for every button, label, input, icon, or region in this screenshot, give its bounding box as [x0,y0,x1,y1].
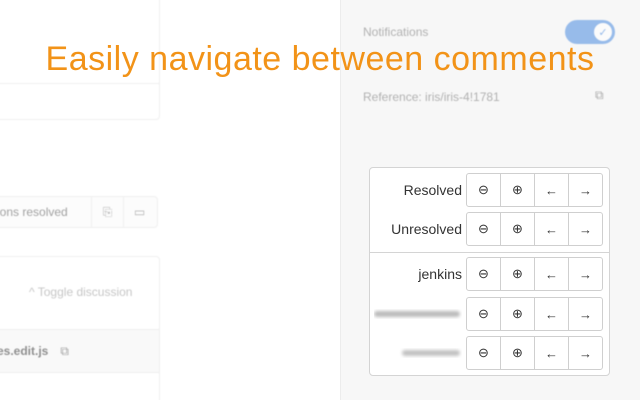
expand-button[interactable]: ⊕ [500,212,535,246]
next-button[interactable]: → [568,173,603,207]
collapse-button[interactable]: ⊖ [466,257,501,291]
threads-resolved-label: ions resolved [0,205,68,219]
collapse-button[interactable]: ⊖ [466,173,501,207]
navigator-row-unresolved: Unresolved ⊖ ⊕ ← → [370,211,609,247]
row-label: Unresolved [391,221,462,237]
navigator-row-resolved: Resolved ⊖ ⊕ ← → [370,172,609,208]
previous-button[interactable]: ← [534,297,569,331]
copy-reference-icon[interactable]: ⧉ [595,88,604,103]
row-buttons: ⊖ ⊕ ← → [466,297,603,331]
row-buttons: ⊖ ⊕ ← → [466,173,603,207]
row-label: Resolved [403,182,462,198]
next-button[interactable]: → [568,297,603,331]
row-label: jenkins [418,266,462,282]
previous-button[interactable]: ← [534,336,569,370]
headline: Easily navigate between comments [45,40,595,78]
navigator-row-user-jenkins: jenkins ⊖ ⊕ ← → [370,256,609,292]
previous-button[interactable]: ← [534,212,569,246]
next-button[interactable]: → [568,212,603,246]
row-label-redacted [370,296,462,332]
reference-text: Reference: iris/iris-4!1781 [363,90,500,104]
threads-resolved-bar: ions resolved ⎘ ▭ [0,196,158,228]
jump-to-thread-icon[interactable]: ⎘ [91,197,123,227]
collapse-button[interactable]: ⊖ [466,336,501,370]
notifications-label: Notifications [363,25,429,39]
toggle-discussion-label: Toggle discussion [37,285,133,299]
file-name: es.edit.js [0,344,49,358]
row-label-redacted [370,335,462,371]
next-button[interactable]: → [568,336,603,370]
previous-button[interactable]: ← [534,257,569,291]
comment-navigator-panel: Resolved ⊖ ⊕ ← → Unresolved ⊖ ⊕ ← → jenk… [369,167,610,376]
diff-file-card: ^ Toggle discussion es.edit.js ⧉ [0,256,160,400]
expand-button[interactable]: ⊕ [500,173,535,207]
navigator-divider [370,252,609,253]
redacted-name-blur [374,311,460,317]
expand-button[interactable]: ⊕ [500,257,535,291]
row-buttons: ⊖ ⊕ ← → [466,257,603,291]
row-buttons: ⊖ ⊕ ← → [466,212,603,246]
navigator-row-user-redacted-2: ⊖ ⊕ ← → [370,335,609,371]
row-buttons: ⊖ ⊕ ← → [466,336,603,370]
previous-button[interactable]: ← [534,173,569,207]
copy-file-path-icon[interactable]: ⧉ [60,344,69,359]
expand-button[interactable]: ⊕ [500,297,535,331]
collapse-button[interactable]: ⊖ [466,297,501,331]
comment-icon[interactable]: ▭ [123,197,155,227]
card-divider [0,83,159,84]
toggle-discussion-link[interactable]: ^ Toggle discussion [29,285,132,299]
next-button[interactable]: → [568,257,603,291]
navigator-row-user-redacted-1: ⊖ ⊕ ← → [370,296,609,332]
collapse-button[interactable]: ⊖ [466,212,501,246]
expand-button[interactable]: ⊕ [500,336,535,370]
redacted-name-blur [402,350,460,356]
check-icon: ✓ [594,23,612,41]
file-header: es.edit.js ⧉ [0,329,159,373]
